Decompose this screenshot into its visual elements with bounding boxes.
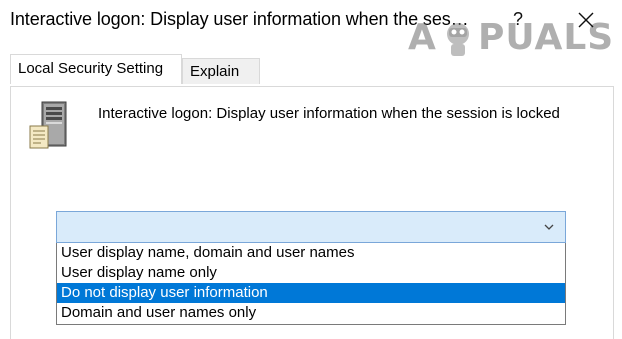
- properties-dialog: Interactive logon: Display user informat…: [0, 0, 622, 339]
- server-policy-icon: [29, 101, 67, 149]
- policy-name: Interactive logon: Display user informat…: [98, 105, 560, 122]
- close-button[interactable]: [572, 8, 600, 34]
- chevron-down-icon: [544, 224, 554, 230]
- tab-explain[interactable]: Explain: [182, 58, 260, 84]
- dropdown-option[interactable]: Domain and user names only: [57, 303, 565, 323]
- window-title: Interactive logon: Display user informat…: [10, 9, 472, 29]
- dropdown-option[interactable]: User display name only: [57, 263, 565, 283]
- dropdown-option-highlighted[interactable]: Do not display user information: [57, 283, 565, 303]
- dropdown-list: User display name, domain and user names…: [56, 243, 566, 325]
- watermark-letter-a: A: [408, 17, 436, 58]
- watermark-mascot-icon: [447, 23, 469, 56]
- close-icon: [578, 12, 594, 28]
- title-bar[interactable]: Interactive logon: Display user informat…: [0, 0, 622, 58]
- policy-setting-dropdown[interactable]: [56, 211, 566, 243]
- help-button[interactable]: ?: [508, 8, 528, 30]
- tab-local-security-setting[interactable]: Local Security Setting: [10, 54, 182, 84]
- dropdown-option[interactable]: User display name, domain and user names: [57, 243, 565, 263]
